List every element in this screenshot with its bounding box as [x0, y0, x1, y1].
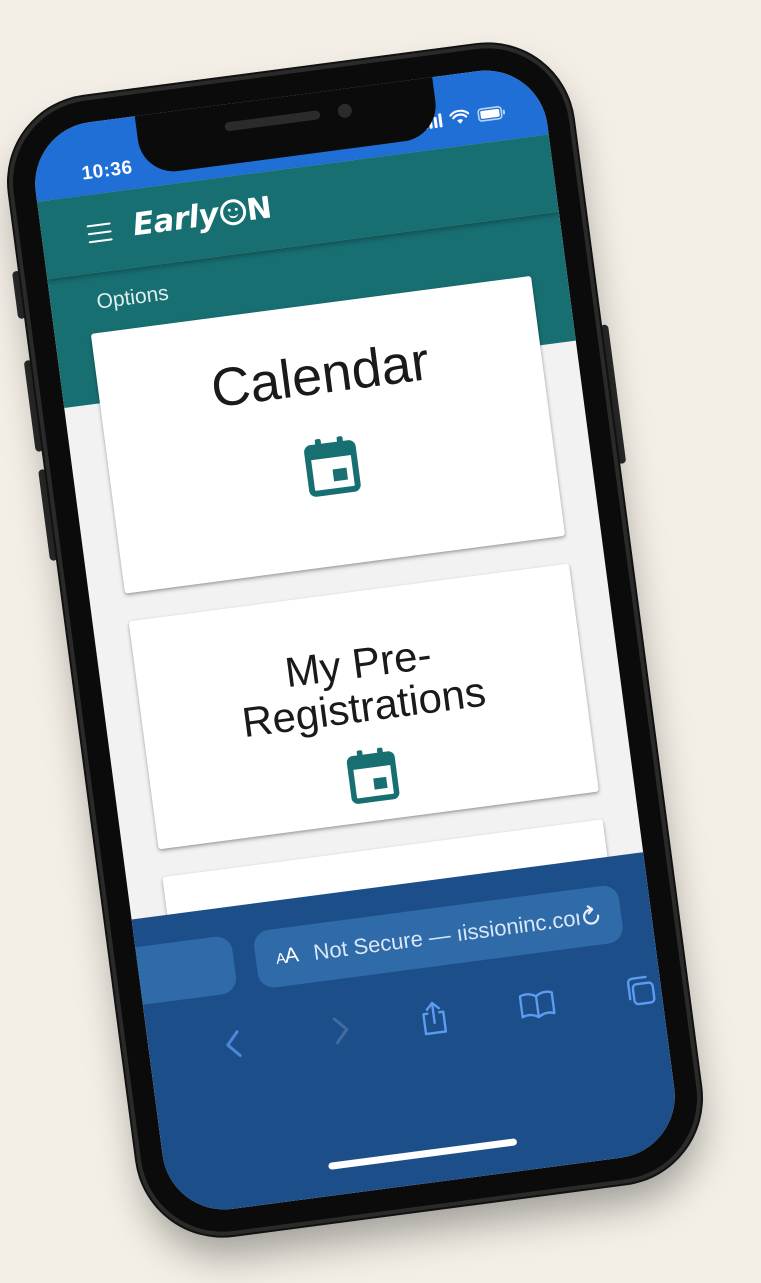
options-label: Options — [95, 281, 170, 314]
pre-registrations-card[interactable]: My Pre-Registrations — [128, 563, 599, 850]
calendar-card[interactable]: Calendar — [90, 275, 566, 594]
address-bar[interactable]: AA Not Secure — ıissioninc.com — [252, 883, 625, 990]
card-title: My Pre-Registrations — [239, 630, 489, 747]
bookmarks-icon[interactable] — [509, 976, 565, 1032]
logo-text-n: N — [244, 189, 274, 228]
reload-icon[interactable] — [578, 903, 605, 930]
back-chevron-icon[interactable] — [206, 1016, 262, 1072]
front-camera — [336, 102, 353, 119]
calendar-icon — [346, 747, 400, 805]
speaker-grille — [224, 110, 321, 132]
battery-icon — [477, 104, 507, 122]
logo-text-early: Early — [130, 196, 221, 244]
wifi-icon — [449, 109, 471, 126]
hamburger-menu-icon[interactable] — [86, 222, 114, 249]
smiley-o-icon — [218, 197, 248, 227]
reader-aa-button[interactable]: AA — [274, 943, 299, 970]
home-indicator[interactable] — [328, 1138, 518, 1170]
phone-mockup: 10:36 Early N Options Calendar My Pre-Re… — [2, 38, 708, 1242]
url-text: Not Secure — ıissioninc.com — [311, 905, 581, 965]
early-on-logo[interactable]: Early N — [131, 189, 274, 243]
calendar-icon — [304, 436, 361, 497]
logo-on: N — [218, 190, 274, 232]
share-icon[interactable] — [406, 990, 462, 1046]
status-time: 10:36 — [80, 157, 134, 185]
forward-chevron-icon[interactable] — [313, 1002, 369, 1058]
